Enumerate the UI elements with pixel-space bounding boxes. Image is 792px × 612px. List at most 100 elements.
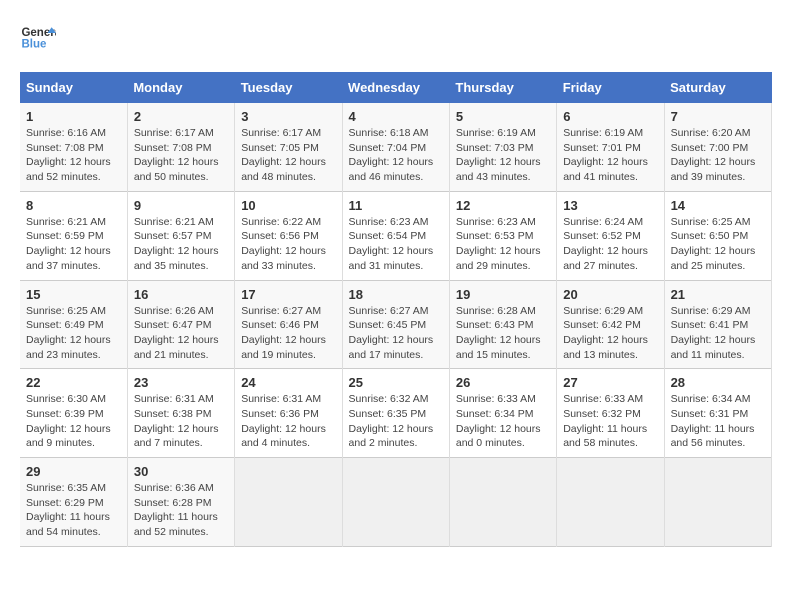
day-number: 24	[241, 375, 335, 390]
day-info: Sunrise: 6:18 AMSunset: 7:04 PMDaylight:…	[349, 126, 443, 185]
day-cell: 26 Sunrise: 6:33 AMSunset: 6:34 PMDayligh…	[449, 369, 556, 458]
day-info: Sunrise: 6:29 AMSunset: 6:42 PMDaylight:…	[563, 304, 657, 363]
day-info: Sunrise: 6:33 AMSunset: 6:34 PMDaylight:…	[456, 392, 550, 451]
week-row-4: 22 Sunrise: 6:30 AMSunset: 6:39 PMDayligh…	[20, 369, 772, 458]
day-cell: 5 Sunrise: 6:19 AMSunset: 7:03 PMDaylight…	[449, 103, 556, 191]
day-cell: 12 Sunrise: 6:23 AMSunset: 6:53 PMDayligh…	[449, 191, 556, 280]
day-info: Sunrise: 6:16 AMSunset: 7:08 PMDaylight:…	[26, 126, 121, 185]
day-info: Sunrise: 6:23 AMSunset: 6:54 PMDaylight:…	[349, 215, 443, 274]
day-cell: 11 Sunrise: 6:23 AMSunset: 6:54 PMDayligh…	[342, 191, 449, 280]
day-cell: 23 Sunrise: 6:31 AMSunset: 6:38 PMDayligh…	[127, 369, 234, 458]
header-cell-tuesday: Tuesday	[235, 72, 342, 103]
day-number: 23	[134, 375, 228, 390]
day-info: Sunrise: 6:27 AMSunset: 6:45 PMDaylight:…	[349, 304, 443, 363]
day-number: 11	[349, 198, 443, 213]
day-cell: 3 Sunrise: 6:17 AMSunset: 7:05 PMDaylight…	[235, 103, 342, 191]
day-info: Sunrise: 6:31 AMSunset: 6:36 PMDaylight:…	[241, 392, 335, 451]
day-info: Sunrise: 6:35 AMSunset: 6:29 PMDaylight:…	[26, 481, 121, 540]
header-cell-sunday: Sunday	[20, 72, 127, 103]
day-cell	[449, 458, 556, 547]
day-info: Sunrise: 6:36 AMSunset: 6:28 PMDaylight:…	[134, 481, 228, 540]
day-number: 25	[349, 375, 443, 390]
day-number: 6	[563, 109, 657, 124]
day-cell: 19Sunrise: 6:28 AMSunset: 6:43 PMDayligh…	[449, 280, 556, 369]
logo: General Blue	[20, 20, 56, 56]
day-info: Sunrise: 6:20 AMSunset: 7:00 PMDaylight:…	[671, 126, 765, 185]
day-number: 3	[241, 109, 335, 124]
day-number: 14	[671, 198, 765, 213]
header-cell-friday: Friday	[557, 72, 664, 103]
day-cell: 30Sunrise: 6:36 AMSunset: 6:28 PMDayligh…	[127, 458, 234, 547]
day-cell	[342, 458, 449, 547]
day-number: 20	[563, 287, 657, 302]
day-info: Sunrise: 6:33 AMSunset: 6:32 PMDaylight:…	[563, 392, 657, 451]
day-info: Sunrise: 6:30 AMSunset: 6:39 PMDaylight:…	[26, 392, 121, 451]
day-cell: 22 Sunrise: 6:30 AMSunset: 6:39 PMDayligh…	[20, 369, 127, 458]
week-row-1: 1 Sunrise: 6:16 AMSunset: 7:08 PMDaylight…	[20, 103, 772, 191]
day-cell: 16 Sunrise: 6:26 AMSunset: 6:47 PMDayligh…	[127, 280, 234, 369]
day-cell: 25 Sunrise: 6:32 AMSunset: 6:35 PMDayligh…	[342, 369, 449, 458]
calendar-header: SundayMondayTuesdayWednesdayThursdayFrid…	[20, 72, 772, 103]
day-info: Sunrise: 6:19 AMSunset: 7:01 PMDaylight:…	[563, 126, 657, 185]
week-row-5: 29 Sunrise: 6:35 AMSunset: 6:29 PMDayligh…	[20, 458, 772, 547]
day-cell: 17Sunrise: 6:27 AMSunset: 6:46 PMDayligh…	[235, 280, 342, 369]
day-info: Sunrise: 6:22 AMSunset: 6:56 PMDaylight:…	[241, 215, 335, 274]
day-info: Sunrise: 6:23 AMSunset: 6:53 PMDaylight:…	[456, 215, 550, 274]
day-number: 16	[134, 287, 228, 302]
day-number: 12	[456, 198, 550, 213]
day-number: 5	[456, 109, 550, 124]
day-cell: 27 Sunrise: 6:33 AMSunset: 6:32 PMDayligh…	[557, 369, 664, 458]
day-cell: 24 Sunrise: 6:31 AMSunset: 6:36 PMDayligh…	[235, 369, 342, 458]
day-cell: 13 Sunrise: 6:24 AMSunset: 6:52 PMDayligh…	[557, 191, 664, 280]
page-header: General Blue	[20, 20, 772, 56]
day-cell: 21 Sunrise: 6:29 AMSunset: 6:41 PMDayligh…	[664, 280, 771, 369]
day-info: Sunrise: 6:32 AMSunset: 6:35 PMDaylight:…	[349, 392, 443, 451]
day-number: 26	[456, 375, 550, 390]
day-cell: 9Sunrise: 6:21 AMSunset: 6:57 PMDaylight…	[127, 191, 234, 280]
day-info: Sunrise: 6:27 AMSunset: 6:46 PMDaylight:…	[241, 304, 335, 363]
day-number: 15	[26, 287, 121, 302]
day-cell: 20 Sunrise: 6:29 AMSunset: 6:42 PMDayligh…	[557, 280, 664, 369]
day-info: Sunrise: 6:21 AMSunset: 6:59 PMDaylight:…	[26, 215, 121, 274]
calendar-table: SundayMondayTuesdayWednesdayThursdayFrid…	[20, 72, 772, 547]
day-cell: 6 Sunrise: 6:19 AMSunset: 7:01 PMDaylight…	[557, 103, 664, 191]
day-cell: 29 Sunrise: 6:35 AMSunset: 6:29 PMDayligh…	[20, 458, 127, 547]
day-number: 29	[26, 464, 121, 479]
header-row: SundayMondayTuesdayWednesdayThursdayFrid…	[20, 72, 772, 103]
day-info: Sunrise: 6:17 AMSunset: 7:05 PMDaylight:…	[241, 126, 335, 185]
day-cell: 10Sunrise: 6:22 AMSunset: 6:56 PMDayligh…	[235, 191, 342, 280]
svg-text:Blue: Blue	[21, 38, 47, 50]
day-info: Sunrise: 6:26 AMSunset: 6:47 PMDaylight:…	[134, 304, 228, 363]
day-number: 9	[134, 198, 228, 213]
header-cell-monday: Monday	[127, 72, 234, 103]
day-number: 18	[349, 287, 443, 302]
header-cell-wednesday: Wednesday	[342, 72, 449, 103]
day-number: 7	[671, 109, 765, 124]
day-info: Sunrise: 6:31 AMSunset: 6:38 PMDaylight:…	[134, 392, 228, 451]
day-cell	[664, 458, 771, 547]
day-cell: 28 Sunrise: 6:34 AMSunset: 6:31 PMDayligh…	[664, 369, 771, 458]
day-number: 28	[671, 375, 765, 390]
day-cell: 14 Sunrise: 6:25 AMSunset: 6:50 PMDayligh…	[664, 191, 771, 280]
day-info: Sunrise: 6:24 AMSunset: 6:52 PMDaylight:…	[563, 215, 657, 274]
day-info: Sunrise: 6:19 AMSunset: 7:03 PMDaylight:…	[456, 126, 550, 185]
day-cell: 18 Sunrise: 6:27 AMSunset: 6:45 PMDayligh…	[342, 280, 449, 369]
day-number: 4	[349, 109, 443, 124]
day-number: 22	[26, 375, 121, 390]
day-info: Sunrise: 6:34 AMSunset: 6:31 PMDaylight:…	[671, 392, 765, 451]
day-cell: 7 Sunrise: 6:20 AMSunset: 7:00 PMDaylight…	[664, 103, 771, 191]
day-number: 21	[671, 287, 765, 302]
day-number: 8	[26, 198, 121, 213]
day-cell: 1 Sunrise: 6:16 AMSunset: 7:08 PMDaylight…	[20, 103, 127, 191]
day-info: Sunrise: 6:25 AMSunset: 6:50 PMDaylight:…	[671, 215, 765, 274]
calendar-body: 1 Sunrise: 6:16 AMSunset: 7:08 PMDaylight…	[20, 103, 772, 546]
day-info: Sunrise: 6:25 AMSunset: 6:49 PMDaylight:…	[26, 304, 121, 363]
header-cell-thursday: Thursday	[449, 72, 556, 103]
day-cell: 4 Sunrise: 6:18 AMSunset: 7:04 PMDaylight…	[342, 103, 449, 191]
day-info: Sunrise: 6:29 AMSunset: 6:41 PMDaylight:…	[671, 304, 765, 363]
day-number: 13	[563, 198, 657, 213]
day-info: Sunrise: 6:17 AMSunset: 7:08 PMDaylight:…	[134, 126, 228, 185]
day-number: 1	[26, 109, 121, 124]
day-cell: 8 Sunrise: 6:21 AMSunset: 6:59 PMDaylight…	[20, 191, 127, 280]
day-number: 27	[563, 375, 657, 390]
